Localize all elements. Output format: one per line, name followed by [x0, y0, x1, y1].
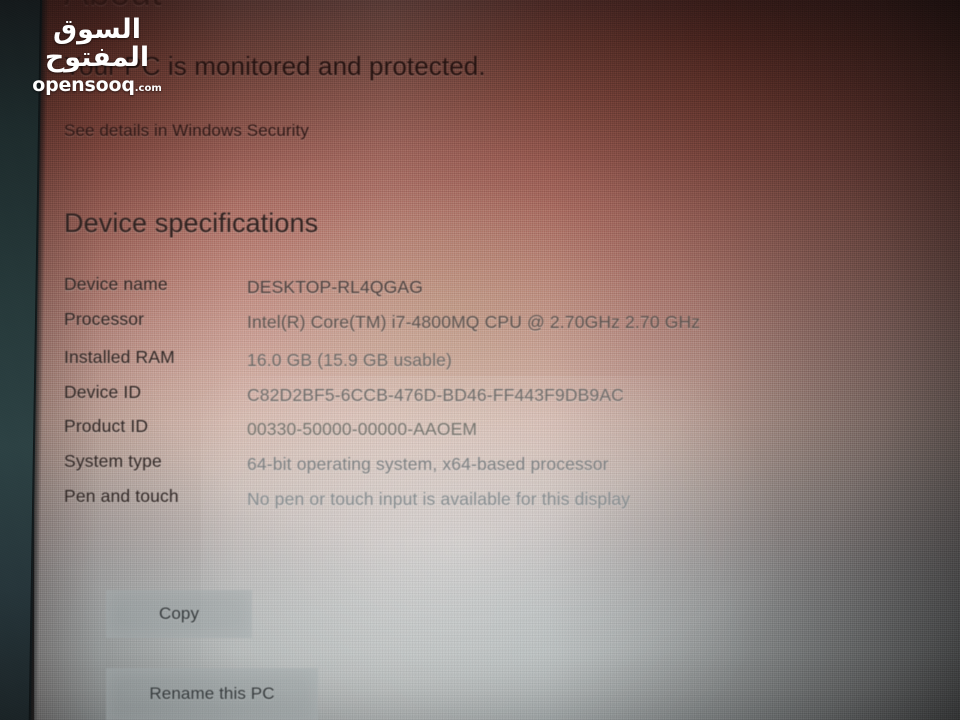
watermark-latin-text: opensooq.com	[12, 73, 182, 96]
spec-value-pen-and-touch: No pen or touch input is available for t…	[247, 488, 631, 509]
spec-label-device-id: Device ID	[64, 381, 142, 402]
page-title: About	[64, 0, 162, 14]
spec-row-system-type: System type 64-bit operating system, x64…	[64, 451, 824, 478]
spec-value-product-id: 00330-50000-00000-AAOEM	[247, 419, 478, 440]
spec-row-product-id: Product ID 00330-50000-00000-AAOEM	[64, 416, 824, 443]
spec-row-device-id: Device ID C82D2BF5-6CCB-476D-BD46-FF443F…	[64, 382, 824, 409]
spec-value-device-id: C82D2BF5-6CCB-476D-BD46-FF443F9DB9AC	[247, 384, 624, 405]
settings-about-page: About Your PC is monitored and protected…	[34, 0, 960, 720]
spec-label-processor: Processor	[64, 308, 145, 329]
rename-this-pc-button[interactable]: Rename this PC	[106, 668, 318, 720]
photo-of-screen: About Your PC is monitored and protected…	[0, 0, 960, 720]
spec-row-processor: Processor Intel(R) Core(TM) i7-4800MQ CP…	[64, 309, 824, 336]
watermark-tld: .com	[134, 82, 162, 94]
spec-row-device-name: Device name DESKTOP-RL4QGAG	[64, 274, 824, 301]
screen-bezel-left	[0, 0, 43, 720]
spec-row-pen-and-touch: Pen and touch No pen or touch input is a…	[64, 486, 824, 513]
spec-label-installed-ram: Installed RAM	[64, 347, 175, 368]
device-specifications-heading: Device specifications	[64, 208, 319, 238]
spec-label-pen-and-touch: Pen and touch	[64, 485, 179, 506]
spec-label-device-name: Device name	[64, 274, 168, 294]
watermark-brand: opensooq	[32, 73, 135, 96]
spec-value-device-name: DESKTOP-RL4QGAG	[247, 277, 424, 297]
spec-value-system-type: 64-bit operating system, x64-based proce…	[247, 453, 609, 474]
device-specifications-list: Device name DESKTOP-RL4QGAG Processor In…	[64, 274, 824, 520]
spec-value-installed-ram: 16.0 GB (15.9 GB usable)	[247, 350, 452, 371]
spec-row-installed-ram: Installed RAM 16.0 GB (15.9 GB usable)	[64, 347, 824, 374]
spec-label-system-type: System type	[64, 450, 162, 471]
spec-label-product-id: Product ID	[64, 416, 149, 437]
opensooq-watermark: السوق المفتوح opensooq.com	[12, 14, 182, 96]
watermark-arabic-text: السوق المفتوح	[44, 14, 150, 74]
laptop-screen: About Your PC is monitored and protected…	[34, 0, 960, 720]
spec-value-processor: Intel(R) Core(TM) i7-4800MQ CPU @ 2.70GH…	[247, 311, 701, 332]
copy-button[interactable]: Copy	[106, 590, 252, 638]
windows-security-link[interactable]: See details in Windows Security	[64, 121, 309, 141]
